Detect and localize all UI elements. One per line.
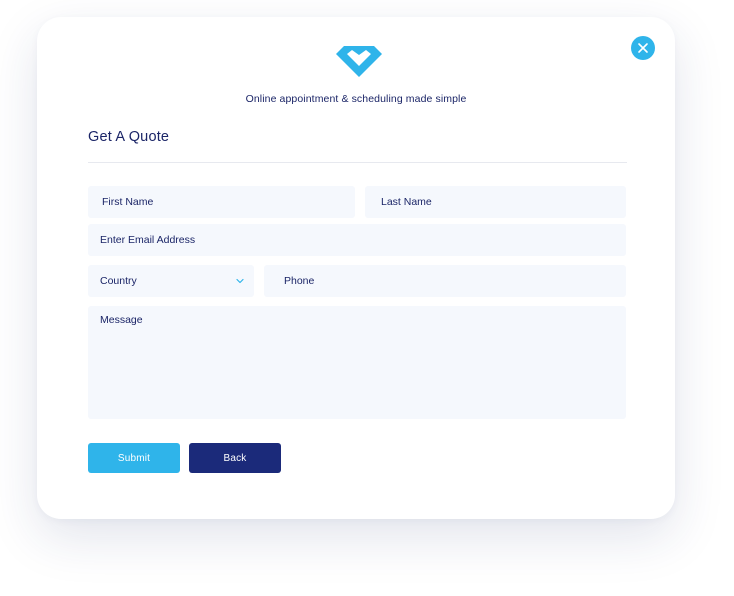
back-button-label: Back <box>223 452 247 464</box>
back-button[interactable]: Back <box>189 443 281 473</box>
message-textarea[interactable]: Message <box>88 306 626 419</box>
phone-placeholder: Phone <box>284 275 315 287</box>
country-select[interactable]: Country <box>88 265 254 297</box>
submit-button[interactable]: Submit <box>88 443 180 473</box>
page-background: Online appointment & scheduling made sim… <box>0 0 734 596</box>
close-button[interactable] <box>631 36 655 60</box>
last-name-placeholder: Last Name <box>381 196 432 208</box>
email-field[interactable]: Enter Email Address <box>88 224 626 256</box>
last-name-field[interactable]: Last Name <box>365 186 626 218</box>
quote-modal: Online appointment & scheduling made sim… <box>37 17 675 519</box>
first-name-field[interactable]: First Name <box>88 186 355 218</box>
close-icon <box>638 43 648 53</box>
message-placeholder: Message <box>100 314 143 326</box>
submit-button-label: Submit <box>117 452 151 464</box>
form-title: Get A Quote <box>88 129 170 145</box>
first-name-placeholder: First Name <box>102 196 154 208</box>
tagline: Online appointment & scheduling made sim… <box>245 93 467 105</box>
phone-field[interactable]: Phone <box>264 265 626 297</box>
logo <box>333 41 385 81</box>
diamond-heart-logo-icon <box>336 46 382 77</box>
country-selected-value: Country <box>100 275 137 287</box>
chevron-down-icon <box>236 278 244 284</box>
email-placeholder: Enter Email Address <box>100 234 196 246</box>
title-divider <box>88 162 627 163</box>
